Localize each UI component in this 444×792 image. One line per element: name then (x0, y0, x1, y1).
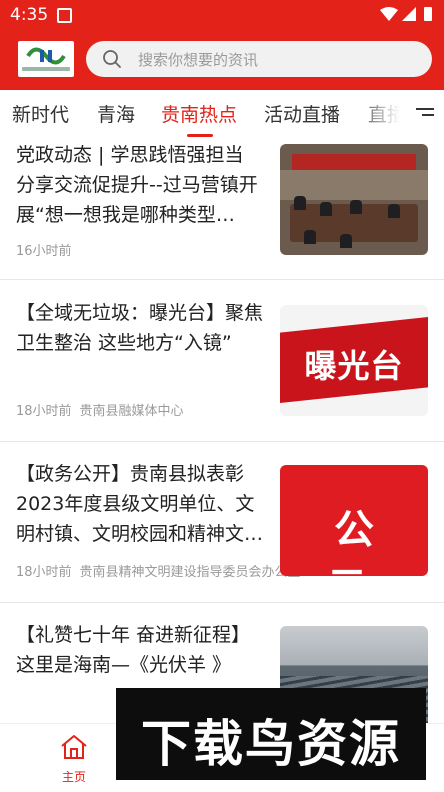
news-item[interactable]: 【全域无垃圾：曝光台】聚焦卫生整治 这些地方“入镜” 18小时前 贵南县融媒体中心… (0, 280, 444, 442)
news-title: 党政动态 | 学思践悟强担当 分享交流促提升--过马营镇开展“想一想我是哪种类型… (16, 144, 258, 226)
thumb-banner (292, 154, 416, 170)
nav-home-label[interactable]: 主页 (50, 768, 98, 785)
tab-qinghai[interactable]: 青海 (97, 100, 135, 127)
thumb-caption: 曝光台 (304, 347, 404, 385)
logo-mark-icon (26, 47, 66, 65)
logo-caption (22, 67, 70, 71)
notification-icon (57, 8, 72, 23)
news-thumbnail: 曝光台 (280, 305, 428, 416)
news-time: 16小时前 (16, 244, 72, 259)
thumb-caption: 公 示 (327, 507, 388, 576)
category-tabs: 新时代 青海 贵南热点 活动直播 直播 (0, 90, 444, 138)
search-bar[interactable] (86, 41, 432, 77)
thumb-person (294, 196, 306, 210)
news-time: 18小时前 (16, 565, 72, 580)
home-icon[interactable] (60, 734, 88, 760)
wifi-icon (380, 7, 398, 21)
news-source: 贵南县融媒体中心 (79, 404, 184, 419)
app-header (0, 30, 444, 90)
thumb-person (388, 204, 400, 218)
news-thumbnail (280, 144, 428, 255)
thumb-person (340, 234, 352, 248)
thumb-person (304, 230, 316, 244)
app-logo[interactable] (18, 41, 74, 77)
news-item[interactable]: 【政务公开】贵南县拟表彰2023年度县级文明单位、文明村镇、文明校园和精神文… … (0, 441, 444, 603)
news-title: 【全域无垃圾：曝光台】聚焦卫生整治 这些地方“入镜” (16, 302, 264, 354)
news-title: 【礼赞七十年 奋进新征程】这里是海南—《光伏羊 》 (16, 624, 251, 676)
thumb-person (320, 202, 332, 216)
search-icon (103, 50, 121, 68)
active-tab-indicator (187, 134, 213, 137)
news-thumbnail: 公 示 (280, 465, 428, 576)
status-time: 4:35 (10, 5, 49, 25)
signal-icon (402, 7, 416, 21)
battery-icon (424, 7, 432, 21)
watermark-overlay: 下载鸟资源 (116, 688, 426, 780)
status-bar: 4:35 (0, 0, 444, 30)
news-meta: 18小时前 贵南县精神文明建设指导委员会办公室 (16, 561, 301, 580)
thumb-person (350, 200, 362, 214)
tab-guinan-hot[interactable]: 贵南热点 (161, 100, 237, 127)
news-meta: 16小时前 (16, 240, 72, 259)
tab-xinshidai[interactable]: 新时代 (12, 100, 69, 127)
news-item[interactable]: 党政动态 | 学思践悟强担当 分享交流促提升--过马营镇开展“想一想我是哪种类型… (0, 138, 444, 280)
search-input[interactable] (136, 48, 420, 72)
tabs-fade (352, 90, 412, 138)
news-meta: 18小时前 贵南县融媒体中心 (16, 400, 184, 419)
tab-activity-live[interactable]: 活动直播 (264, 100, 340, 127)
news-time: 18小时前 (16, 404, 72, 419)
news-title: 【政务公开】贵南县拟表彰2023年度县级文明单位、文明村镇、文明校园和精神文… (16, 463, 264, 545)
news-source: 贵南县精神文明建设指导委员会办公室 (79, 565, 301, 580)
more-channels-icon[interactable] (416, 108, 434, 122)
watermark-text: 下载鸟资源 (141, 715, 401, 773)
